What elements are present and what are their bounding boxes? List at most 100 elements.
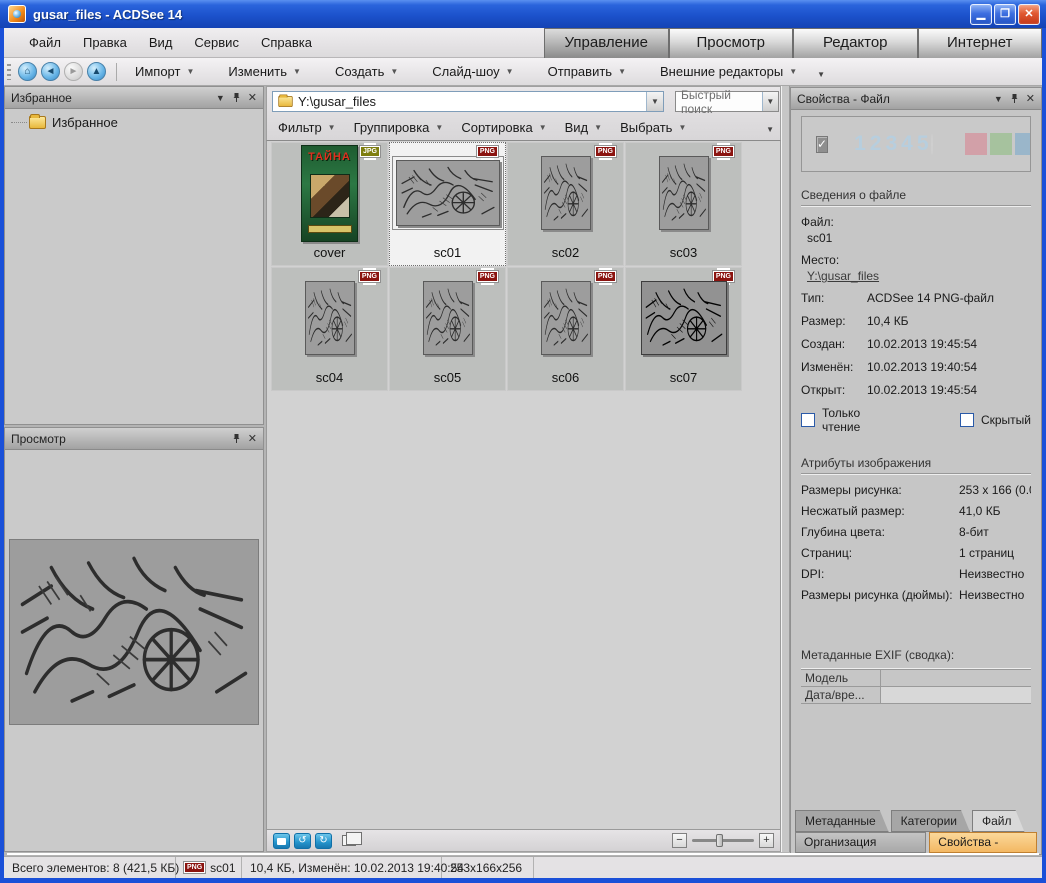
title-bar[interactable]: gusar_files - ACDSee 14 ▁ ❐ ✕ <box>0 0 1046 28</box>
file-tile-cover[interactable]: JPG ТАЙНА cover <box>271 142 388 266</box>
toolbar-grip[interactable] <box>7 64 11 80</box>
property-row: Размеры рисунка:253 x 166 (0.0 МП) <box>801 483 1031 497</box>
tab-view[interactable]: Просмотр <box>669 28 794 58</box>
file-thumbnail[interactable] <box>659 156 709 230</box>
file-tile-sc05[interactable]: PNG sc05 <box>389 267 506 391</box>
up-button[interactable]: ▲ <box>87 62 106 81</box>
file-thumbnail[interactable] <box>541 281 591 355</box>
file-thumbnail[interactable] <box>396 160 500 226</box>
back-button[interactable]: ◄ <box>41 62 60 81</box>
rating-5-button[interactable]: 5 <box>917 132 929 156</box>
preview-panel: Просмотр ✕ <box>4 427 264 852</box>
exif-row: Дата/вре... <box>801 687 1031 704</box>
pin-icon[interactable] <box>1010 93 1019 104</box>
hidden-checkbox[interactable] <box>960 413 974 427</box>
file-list[interactable]: ▼ JPG ТАЙНА cover PNG sc01 PNG sc02 <box>266 140 781 830</box>
readonly-checkbox[interactable] <box>801 413 815 427</box>
maximize-button[interactable]: ❐ <box>994 4 1016 25</box>
close-icon[interactable]: ✕ <box>248 93 257 103</box>
menu-help[interactable]: Справка <box>250 31 323 54</box>
tab-manage[interactable]: Управление <box>544 28 669 58</box>
pin-icon[interactable] <box>232 433 241 444</box>
file-thumbnail[interactable]: ТАЙНА <box>301 145 358 242</box>
view-button[interactable]: Вид▼ <box>565 120 602 135</box>
minimize-button[interactable]: ▁ <box>970 4 992 25</box>
color-label-blue[interactable] <box>1015 133 1032 155</box>
forward-button[interactable]: ► <box>64 62 83 81</box>
color-label-red[interactable] <box>965 133 987 155</box>
panel-menu-icon[interactable]: ▼ <box>994 94 1003 104</box>
zoom-slider-thumb[interactable] <box>716 834 723 847</box>
organize-data-button[interactable]: Организация данных <box>795 832 926 853</box>
filter-button[interactable]: Фильтр▼ <box>278 120 336 135</box>
favorites-tree-item[interactable]: Избранное <box>5 109 263 130</box>
rating-3-button[interactable]: 3 <box>885 132 897 156</box>
panel-menu-icon[interactable]: ▼ <box>216 93 225 103</box>
menu-edit[interactable]: Правка <box>72 31 138 54</box>
tab-internet[interactable]: Интернет <box>918 28 1043 58</box>
file-tile-sc04[interactable]: PNG sc04 <box>271 267 388 391</box>
menu-tools[interactable]: Сервис <box>183 31 250 54</box>
path-input[interactable]: Y:\gusar_files ▼ <box>272 91 664 112</box>
tab-editor[interactable]: Редактор <box>793 28 918 58</box>
quick-search-dropdown-icon[interactable]: ▼ <box>762 92 778 111</box>
rating-4-button[interactable]: 4 <box>901 132 913 156</box>
file-tile-sc07[interactable]: PNG sc07 <box>625 267 742 391</box>
file-thumbnail[interactable] <box>641 281 727 355</box>
file-type-badge: JPG <box>360 146 380 157</box>
file-thumbnail[interactable] <box>305 281 355 355</box>
close-icon[interactable]: ✕ <box>1026 94 1035 104</box>
send-button[interactable]: Отправить▼ <box>538 60 636 83</box>
file-type-badge: PNG <box>713 146 734 157</box>
properties-file-button[interactable]: Свойства - Файл <box>929 832 1037 853</box>
no-rating-icon[interactable] <box>931 134 933 155</box>
tagged-checkbox[interactable]: ✓ <box>816 136 828 153</box>
file-tile-sc06[interactable]: PNG sc06 <box>507 267 624 391</box>
redo-icon[interactable]: ↻ <box>315 833 332 849</box>
filter-overflow-icon[interactable]: ▼ <box>766 125 774 134</box>
thumbnail-zoom-control: − + <box>672 833 774 848</box>
path-dropdown-icon[interactable]: ▼ <box>646 92 663 111</box>
slideshow-button[interactable]: Слайд-шоу▼ <box>422 60 523 83</box>
file-tile-sc03[interactable]: PNG sc03 <box>625 142 742 266</box>
exif-table: Модель Дата/вре... <box>801 669 1031 704</box>
property-row: Изменён:10.02.2013 19:40:54 <box>801 360 1031 374</box>
compare-windows-icon[interactable] <box>342 835 356 846</box>
grouping-button[interactable]: Группировка▼ <box>354 120 444 135</box>
pin-icon[interactable] <box>232 92 241 103</box>
sorting-button[interactable]: Сортировка▼ <box>461 120 546 135</box>
color-label-green[interactable] <box>990 133 1012 155</box>
zoom-out-button[interactable]: − <box>672 833 687 848</box>
tab-file[interactable]: Файл <box>972 810 1025 832</box>
location-link[interactable]: Y:\gusar_files <box>807 269 879 283</box>
image-basket-icon[interactable] <box>273 833 290 849</box>
modify-button[interactable]: Изменить▼ <box>218 60 311 83</box>
close-button[interactable]: ✕ <box>1018 4 1040 25</box>
select-button[interactable]: Выбрать▼ <box>620 120 686 135</box>
file-thumbnail[interactable] <box>541 156 591 230</box>
file-tile-sc02[interactable]: PNG sc02 <box>507 142 624 266</box>
tab-metadata[interactable]: Метаданные <box>795 810 889 832</box>
file-tile-sc01[interactable]: PNG sc01 <box>389 142 506 266</box>
undo-icon[interactable]: ↺ <box>294 833 311 849</box>
close-icon[interactable]: ✕ <box>248 434 257 444</box>
zoom-slider[interactable] <box>692 839 754 842</box>
file-thumbnail[interactable] <box>423 281 473 355</box>
chevron-down-icon: ▼ <box>618 67 626 76</box>
toolbar-overflow-icon[interactable]: ▼ <box>817 64 825 79</box>
properties-panel: Свойства - Файл ▼ ✕ ✓ 1 2 3 4 5 <box>790 87 1042 855</box>
quick-search-input[interactable]: Быстрый поиск ▼ <box>675 91 779 112</box>
rating-2-button[interactable]: 2 <box>870 132 882 156</box>
zoom-in-button[interactable]: + <box>759 833 774 848</box>
external-editors-button[interactable]: Внешние редакторы▼ <box>650 60 807 83</box>
menu-view[interactable]: Вид <box>138 31 184 54</box>
import-button[interactable]: Импорт▼ <box>125 60 204 83</box>
rating-1-button[interactable]: 1 <box>854 132 866 156</box>
menu-file[interactable]: Файл <box>18 31 72 54</box>
tab-categories[interactable]: Категории <box>891 810 970 832</box>
home-button[interactable]: ⌂ <box>18 62 37 81</box>
pane-splitter[interactable] <box>781 86 790 852</box>
create-button[interactable]: Создать▼ <box>325 60 408 83</box>
window-frame: Файл Правка Вид Сервис Справка Управлени… <box>4 28 1042 878</box>
mode-tabs: Управление Просмотр Редактор Интернет <box>544 28 1042 58</box>
